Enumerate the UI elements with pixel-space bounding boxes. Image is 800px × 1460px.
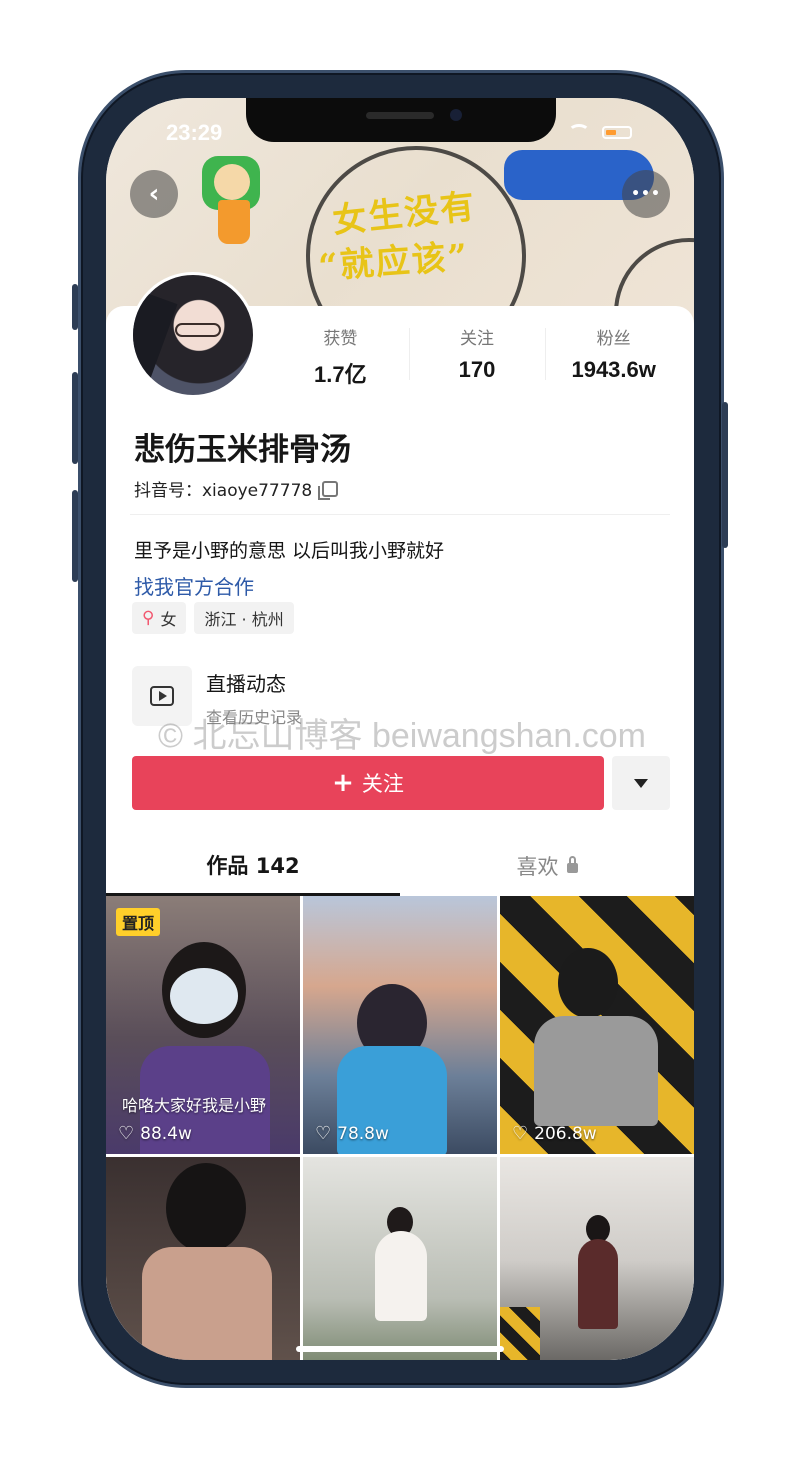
video-thumb-body bbox=[534, 1016, 658, 1126]
video-grid: 置顶 哈咯大家好我是小野 ♡ 88.4w ♡ 78.8w ♡ 206.8w bbox=[106, 896, 694, 1360]
video-thumb-body bbox=[375, 1231, 427, 1321]
tab-works[interactable]: 作品 142 bbox=[106, 836, 400, 896]
video-likes: ♡ 206.8w bbox=[512, 1123, 597, 1144]
stat-likes-label: 获赞 bbox=[323, 329, 358, 349]
video-tile[interactable]: 置顶 哈咯大家好我是小野 ♡ 88.4w bbox=[106, 896, 300, 1154]
status-time: 23:29 bbox=[166, 120, 223, 145]
follow-options-button[interactable] bbox=[612, 756, 670, 810]
speaker bbox=[366, 112, 434, 119]
stat-likes[interactable]: 获赞 1.7亿 bbox=[272, 324, 409, 387]
tab-likes[interactable]: 喜欢 bbox=[400, 836, 694, 896]
screen: 女生没有 “就应该” 23:29 ‹ ••• 获赞 1.7亿 关注 170 粉丝… bbox=[106, 98, 694, 1360]
video-tile[interactable] bbox=[106, 1157, 300, 1360]
back-icon: ‹ bbox=[148, 179, 160, 209]
video-tile[interactable]: ♡ 206.8w bbox=[500, 896, 694, 1154]
heart-icon: ♡ bbox=[315, 1123, 332, 1144]
status-icons bbox=[568, 124, 648, 140]
douyin-id: 抖音号：xiaoye77778 bbox=[134, 481, 313, 501]
lock-icon bbox=[566, 856, 578, 873]
heart-icon: ♡ bbox=[512, 1123, 529, 1144]
profile-stats: 获赞 1.7亿 关注 170 粉丝 1943.6w bbox=[272, 324, 682, 387]
power-button bbox=[722, 402, 728, 548]
stat-followers[interactable]: 粉丝 1943.6w bbox=[545, 324, 682, 384]
content-tabs: 作品 142 喜欢 bbox=[106, 836, 694, 896]
more-button[interactable]: ••• bbox=[622, 170, 670, 218]
more-icon: ••• bbox=[631, 186, 661, 202]
profile-card: 获赞 1.7亿 关注 170 粉丝 1943.6w 悲伤玉米排骨汤 抖音号：xi… bbox=[106, 272, 694, 1360]
tab-likes-label: 喜欢 bbox=[516, 855, 559, 879]
location-label: 浙江 · 杭州 bbox=[204, 610, 284, 629]
mute-switch bbox=[72, 284, 78, 330]
nickname: 悲伤玉米排骨汤 bbox=[134, 432, 351, 468]
back-button[interactable]: ‹ bbox=[130, 170, 178, 218]
cooperation-link[interactable]: 找我官方合作 bbox=[134, 571, 254, 600]
avatar-glasses bbox=[175, 323, 221, 337]
live-title[interactable]: 直播动态 bbox=[206, 668, 286, 697]
watermark: © 北忘山博客 beiwangshan.com bbox=[158, 717, 647, 755]
stat-following[interactable]: 关注 170 bbox=[408, 324, 546, 384]
video-likes-count: 88.4w bbox=[140, 1123, 192, 1144]
video-caption: 哈咯大家好我是小野 bbox=[122, 1096, 267, 1115]
chevron-down-icon bbox=[634, 778, 648, 788]
video-thumb-figure bbox=[558, 948, 618, 1018]
video-thumb-body bbox=[142, 1247, 272, 1360]
hazard-stripe bbox=[500, 1307, 540, 1360]
video-tile[interactable] bbox=[500, 1157, 694, 1360]
volume-up-button bbox=[72, 372, 78, 464]
video-likes-count: 206.8w bbox=[534, 1123, 597, 1144]
video-thumb-mask bbox=[170, 968, 238, 1024]
avatar-wing bbox=[133, 290, 178, 380]
stat-following-value: 170 bbox=[458, 357, 496, 382]
stat-followers-value: 1943.6w bbox=[571, 357, 656, 382]
notch bbox=[246, 98, 556, 142]
volume-down-button bbox=[72, 490, 78, 582]
tv-play-icon bbox=[150, 686, 174, 706]
female-icon: ⚲ bbox=[142, 608, 155, 628]
divider bbox=[130, 514, 670, 515]
video-tile[interactable]: ♡ 78.8w bbox=[303, 896, 497, 1154]
front-camera bbox=[450, 109, 462, 121]
video-thumb-body bbox=[578, 1239, 618, 1329]
stat-following-label: 关注 bbox=[460, 329, 494, 349]
video-tile[interactable] bbox=[303, 1157, 497, 1360]
video-thumb-figure bbox=[166, 1163, 246, 1253]
heart-icon: ♡ bbox=[118, 1123, 135, 1144]
video-likes-count: 78.8w bbox=[337, 1123, 389, 1144]
banner-doodle-figure-face bbox=[214, 164, 250, 200]
copy-icon[interactable] bbox=[318, 480, 339, 500]
avatar[interactable] bbox=[130, 272, 256, 398]
gender-label: 女 bbox=[160, 610, 177, 629]
location-tag: 浙江 · 杭州 bbox=[194, 602, 294, 634]
stat-likes-value: 1.7亿 bbox=[314, 362, 367, 387]
wifi-icon bbox=[568, 124, 590, 140]
home-indicator bbox=[296, 1346, 504, 1352]
douyin-id-row: 抖音号：xiaoye77778 bbox=[134, 476, 339, 501]
bio: 里予是小野的意思 以后叫我小野就好 bbox=[134, 540, 445, 562]
video-likes: ♡ 78.8w bbox=[315, 1123, 389, 1144]
follow-button[interactable]: + 关注 bbox=[132, 756, 604, 810]
profile-tags: ⚲ 女 浙江 · 杭州 bbox=[132, 602, 294, 634]
plus-icon: + bbox=[332, 768, 354, 798]
video-likes: ♡ 88.4w bbox=[118, 1123, 192, 1144]
battery-icon bbox=[602, 126, 632, 139]
gender-tag: ⚲ 女 bbox=[132, 602, 187, 634]
tab-works-label: 作品 142 bbox=[206, 853, 300, 878]
follow-label: 关注 bbox=[361, 772, 404, 796]
pinned-badge: 置顶 bbox=[116, 908, 161, 936]
banner-doodle-figure-dress bbox=[218, 200, 250, 244]
stat-followers-label: 粉丝 bbox=[596, 329, 631, 349]
